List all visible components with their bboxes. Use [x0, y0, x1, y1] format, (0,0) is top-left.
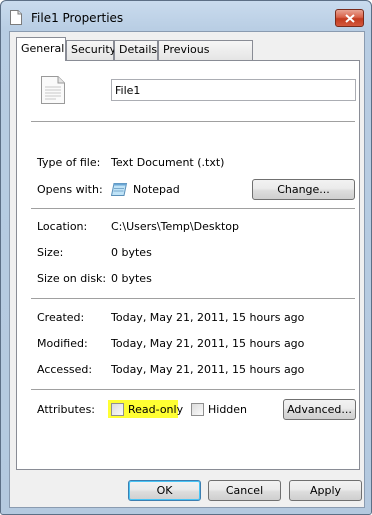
modified-label: Modified:	[37, 337, 88, 350]
window-title: File1 Properties	[31, 11, 124, 25]
title-bar[interactable]: File1 Properties	[1, 1, 371, 33]
opens-with-value: Notepad	[133, 183, 180, 196]
separator	[31, 298, 355, 299]
document-icon	[10, 10, 22, 25]
close-button[interactable]	[335, 9, 364, 27]
cancel-button[interactable]: Cancel	[208, 480, 281, 501]
separator	[31, 389, 355, 390]
readonly-checkbox[interactable]	[111, 403, 124, 416]
apply-button[interactable]: Apply	[289, 480, 362, 501]
attributes-label: Attributes:	[37, 403, 96, 416]
notepad-icon	[110, 181, 128, 197]
properties-window: File1 Properties General Security Detail…	[0, 0, 372, 515]
separator	[31, 208, 355, 209]
location-label: Location:	[37, 220, 88, 233]
accessed-value: Today, May 21, 2011, 15 hours ago	[111, 363, 305, 376]
change-button[interactable]: Change...	[252, 179, 355, 200]
size-label: Size:	[37, 246, 64, 259]
size-on-disk-value: 0 bytes	[111, 272, 152, 285]
tab-details[interactable]: Details	[114, 40, 158, 60]
created-value: Today, May 21, 2011, 15 hours ago	[111, 311, 305, 324]
general-tab-panel: Type of file: Text Document (.txt) Opens…	[16, 60, 360, 470]
close-x-icon	[345, 14, 355, 23]
text-file-icon	[40, 75, 66, 105]
separator	[31, 121, 355, 122]
tab-general[interactable]: General	[16, 37, 66, 61]
hidden-checkbox[interactable]	[191, 403, 204, 416]
advanced-button[interactable]: Advanced...	[283, 399, 356, 420]
tab-security[interactable]: Security	[66, 40, 116, 60]
type-of-file-label: Type of file:	[37, 156, 101, 169]
type-of-file-value: Text Document (.txt)	[111, 156, 225, 169]
size-on-disk-label: Size on disk:	[37, 272, 107, 285]
size-value: 0 bytes	[111, 246, 152, 259]
location-value: C:\Users\Temp\Desktop	[111, 220, 239, 233]
opens-with-label: Opens with:	[37, 183, 103, 196]
ok-button[interactable]: OK	[128, 480, 201, 501]
readonly-label[interactable]: Read-only	[128, 403, 183, 416]
modified-value: Today, May 21, 2011, 15 hours ago	[111, 337, 305, 350]
tab-previous-versions[interactable]: Previous Versions	[158, 40, 253, 74]
accessed-label: Accessed:	[37, 363, 93, 376]
file-name-input[interactable]	[111, 79, 356, 101]
dialog-client-area: General Security Details Previous Versio…	[9, 31, 365, 508]
created-label: Created:	[37, 311, 85, 324]
hidden-label[interactable]: Hidden	[208, 403, 247, 416]
